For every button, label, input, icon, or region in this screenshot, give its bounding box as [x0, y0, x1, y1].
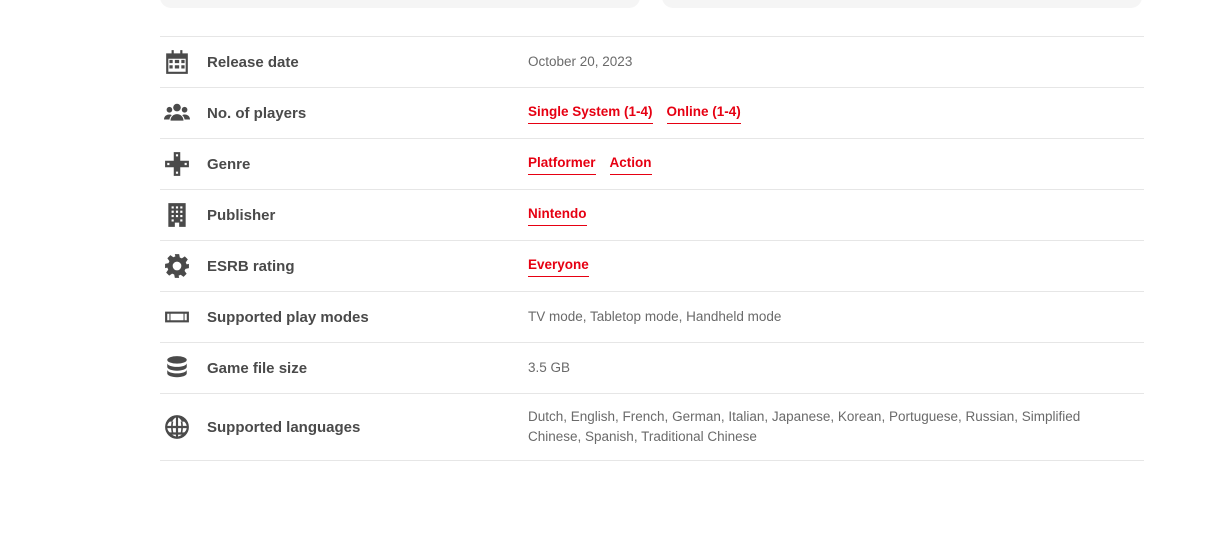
spec-label-cell: Game file size: [160, 355, 528, 381]
top-cards: [160, 0, 1144, 10]
spec-label: Supported play modes: [207, 308, 369, 326]
dpad-icon: [164, 151, 190, 177]
languages-value: Dutch, English, French, German, Italian,…: [528, 409, 1081, 444]
spec-label-cell: Supported languages: [160, 414, 528, 440]
platformer-link[interactable]: Platformer: [528, 153, 596, 175]
spec-label: Release date: [207, 53, 299, 71]
spec-row-genre: Genre Platformer Action: [160, 139, 1144, 190]
spec-label-cell: Supported play modes: [160, 304, 528, 330]
spec-label: ESRB rating: [207, 257, 295, 275]
spec-label: Genre: [207, 155, 251, 173]
top-card-left: [160, 0, 640, 8]
building-icon: [164, 202, 190, 228]
spec-row-play-modes: Supported play modes TV mode, Tabletop m…: [160, 292, 1144, 343]
spec-row-esrb: ESRB rating Everyone: [160, 241, 1144, 292]
single-system-link[interactable]: Single System (1-4): [528, 102, 653, 124]
action-link[interactable]: Action: [609, 153, 652, 175]
globe-icon: [164, 414, 190, 440]
spec-label-cell: Release date: [160, 49, 528, 75]
game-specs-table: Release date October 20, 2023 No. of pla…: [160, 36, 1144, 461]
spec-label: Supported languages: [207, 418, 361, 436]
online-link[interactable]: Online (1-4): [666, 102, 741, 124]
spec-row-players: No. of players Single System (1-4) Onlin…: [160, 88, 1144, 139]
players-icon: [164, 100, 190, 126]
spec-label-cell: Genre: [160, 151, 528, 177]
spec-row-publisher: Publisher Nintendo: [160, 190, 1144, 241]
file-size-value: 3.5 GB: [528, 360, 571, 375]
spec-label: Publisher: [207, 206, 276, 224]
calendar-icon: [164, 49, 190, 75]
spec-row-release-date: Release date October 20, 2023: [160, 37, 1144, 88]
genre-links: Platformer Action: [528, 153, 1144, 175]
spec-label: No. of players: [207, 104, 307, 122]
publisher-links: Nintendo: [528, 204, 1144, 226]
database-icon: [164, 355, 190, 381]
spec-row-file-size: Game file size 3.5 GB: [160, 343, 1144, 394]
spec-row-languages: Supported languages Dutch, English, Fren…: [160, 394, 1144, 461]
spec-label: Game file size: [207, 359, 308, 377]
nintendo-link[interactable]: Nintendo: [528, 204, 587, 226]
players-links: Single System (1-4) Online (1-4): [528, 102, 1144, 124]
esrb-links: Everyone: [528, 255, 1144, 277]
release-date-value: October 20, 2023: [528, 54, 633, 69]
spec-label-cell: No. of players: [160, 100, 528, 126]
switch-console-icon: [164, 304, 190, 330]
spec-label-cell: ESRB rating: [160, 253, 528, 279]
spec-label-cell: Publisher: [160, 202, 528, 228]
top-card-right: [662, 0, 1142, 8]
play-modes-value: TV mode, Tabletop mode, Handheld mode: [528, 309, 782, 324]
everyone-link[interactable]: Everyone: [528, 255, 589, 277]
gear-icon: [164, 253, 190, 279]
